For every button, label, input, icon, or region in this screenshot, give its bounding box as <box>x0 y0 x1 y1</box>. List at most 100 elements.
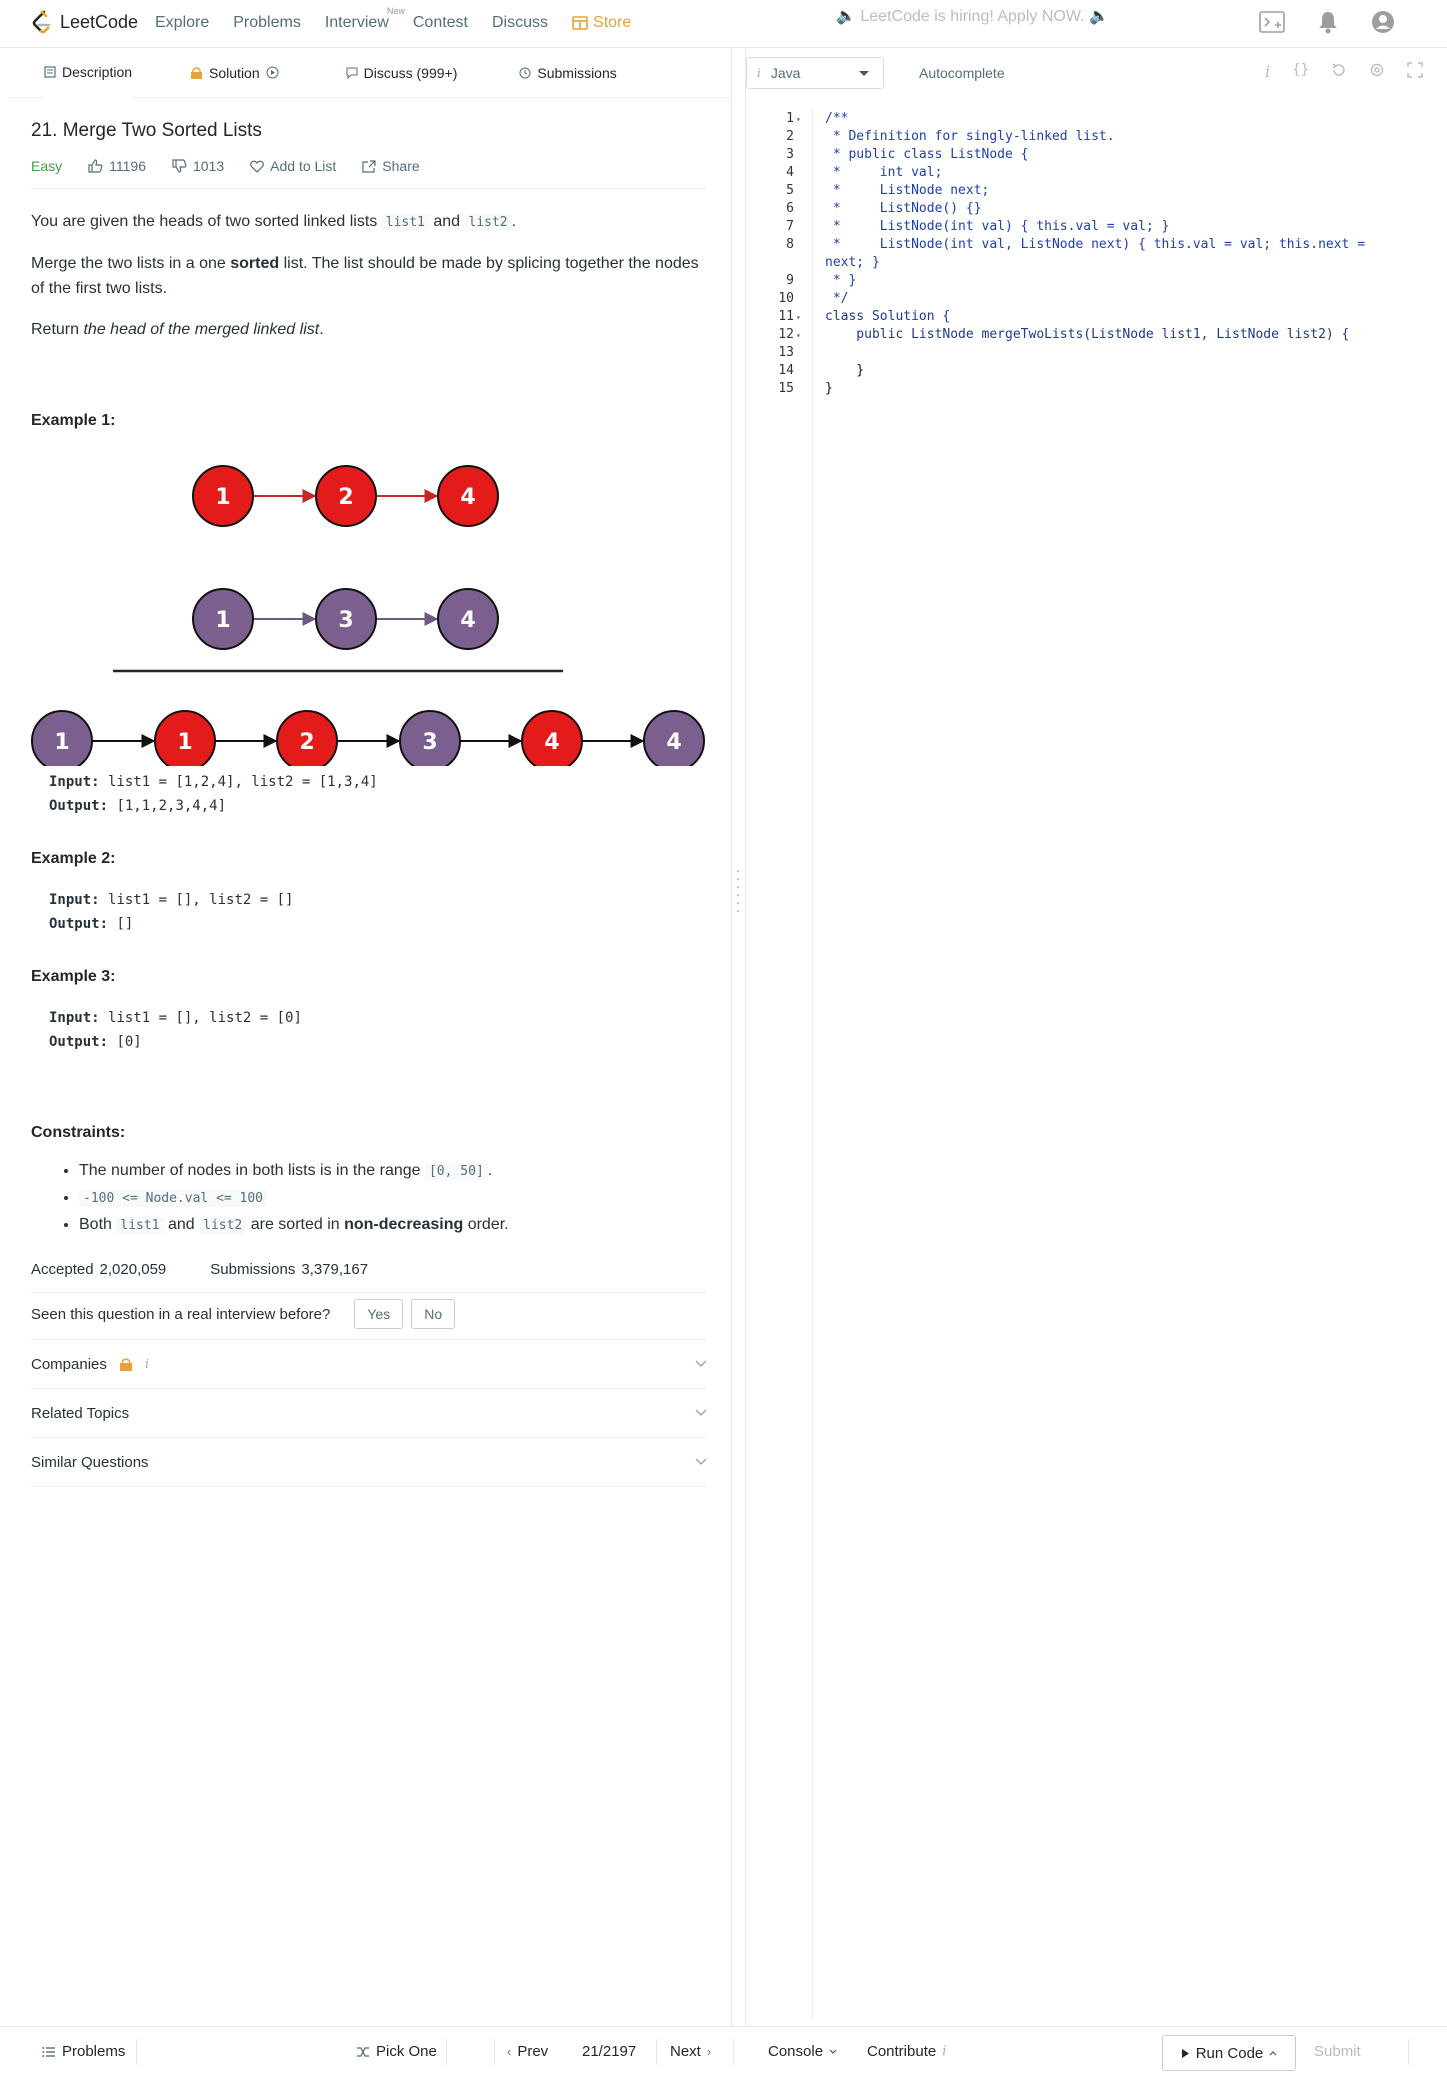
panel-resize-handle[interactable] <box>737 870 739 912</box>
code-text: class Solution { <box>825 309 951 324</box>
node-value: 4 <box>460 608 475 633</box>
nav-store-label: Store <box>593 14 632 31</box>
chevron-down-icon <box>695 1360 707 1367</box>
heart-icon <box>250 160 265 173</box>
fold-arrow-icon[interactable]: ▾ <box>796 309 801 327</box>
output-label: Output: <box>49 798 109 814</box>
constraint-text: . <box>487 1162 493 1179</box>
run-code-button[interactable]: Run Code <box>1162 2035 1296 2071</box>
submission-stats: Accepted 2,020,059 Submissions 3,379,167 <box>31 1261 707 1293</box>
code-line[interactable]: 9 * } <box>746 272 1446 290</box>
accepted-label: Accepted <box>31 1261 94 1278</box>
add-to-list-button[interactable]: Add to List <box>250 158 336 174</box>
inline-code: list2 <box>199 1217 247 1234</box>
companies-section[interactable]: Companies i <box>31 1340 707 1389</box>
line-number: 12 <box>778 327 794 342</box>
example-3-input: list1 = [], list2 = [0] <box>108 1010 302 1026</box>
line-number: 11 <box>778 309 794 324</box>
example-1-diagram: 1 2 4 1 3 4 1 1 2 3 4 4 <box>31 465 705 766</box>
bell-icon[interactable] <box>1317 10 1339 34</box>
nav-discuss[interactable]: Discuss <box>492 14 548 32</box>
line-number: 14 <box>778 363 794 378</box>
desc-text: You are given the heads of two sorted li… <box>31 213 378 230</box>
user-avatar-icon[interactable] <box>1371 10 1395 34</box>
code-line[interactable]: 3 * public class ListNode { <box>746 146 1446 164</box>
constraint-text: order. <box>467 1216 509 1233</box>
submit-button[interactable]: Submit <box>1314 2043 1361 2060</box>
dislikes-count: 1013 <box>192 158 225 174</box>
code-line[interactable]: 7 * ListNode(int val) { this.val = val; … <box>746 218 1446 236</box>
nav-problems[interactable]: Problems <box>233 14 301 32</box>
console-button[interactable]: Console <box>768 2043 837 2060</box>
code-line[interactable]: next; } <box>746 254 1446 272</box>
nav-interview[interactable]: Interview New <box>325 6 405 32</box>
code-line[interactable]: 1 ▾ /** <box>746 110 1446 128</box>
code-line[interactable]: 11 ▾ class Solution { <box>746 308 1446 326</box>
code-line[interactable]: 13 <box>746 344 1446 362</box>
no-button[interactable]: No <box>411 1299 456 1329</box>
settings-icon[interactable] <box>1369 62 1385 78</box>
tab-discuss-label: Discuss (999+) <box>363 64 458 81</box>
node-value: 4 <box>544 730 559 755</box>
info-icon[interactable]: i <box>145 1357 149 1372</box>
code-editor[interactable]: 1 ▾/** 2 * Definition for singly-linked li… <box>746 110 1446 398</box>
code-line[interactable]: 12 ▾ public ListNode mergeTwoLists(ListNo… <box>746 326 1446 344</box>
line-number: 9 <box>786 273 794 288</box>
constraints-title: Constraints: <box>31 1124 126 1141</box>
code-line[interactable]: 2 * Definition for singly-linked list. <box>746 128 1446 146</box>
tab-solution[interactable]: Solution <box>190 65 279 81</box>
autocomplete-toggle[interactable]: Autocomplete <box>919 65 1005 81</box>
constraints-section: Constraints: The number of nodes in both… <box>31 1124 707 1239</box>
example-1-io: Input: list1 = [1,2,4], list2 = [1,3,4] … <box>31 770 707 818</box>
hiring-banner[interactable]: 🔈 LeetCode is hiring! Apply NOW. 🔈 <box>836 6 1109 26</box>
related-topics-section[interactable]: Related Topics <box>31 1389 707 1438</box>
info-icon[interactable]: i <box>1265 62 1270 81</box>
inline-code: [0, 50] <box>424 1163 488 1180</box>
code-line[interactable]: 4 * int val; <box>746 164 1446 182</box>
tab-submissions[interactable]: Submissions <box>519 64 617 81</box>
next-button[interactable]: Next › <box>670 2043 711 2060</box>
nav-store[interactable]: Store <box>572 14 631 32</box>
code-text: * int val; <box>825 165 943 180</box>
format-braces-icon[interactable]: {} <box>1292 62 1309 81</box>
fold-arrow-icon[interactable]: ▾ <box>796 327 801 345</box>
code-line[interactable]: 10 */ <box>746 290 1446 308</box>
constraint-text: and <box>167 1216 195 1233</box>
language-select[interactable]: i Java <box>746 57 884 89</box>
code-text: * Definition for singly-linked list. <box>825 129 1115 144</box>
info-icon: i <box>942 2044 947 2059</box>
code-line[interactable]: 6 * ListNode() {} <box>746 200 1446 218</box>
tab-description[interactable]: Description <box>44 48 133 98</box>
fold-arrow-icon[interactable]: ▾ <box>796 111 801 129</box>
node-value: 1 <box>215 485 230 510</box>
contribute-button[interactable]: Contribute i <box>867 2043 946 2060</box>
problems-list-button[interactable]: Problems <box>42 2043 125 2060</box>
playground-icon[interactable] <box>1259 11 1285 33</box>
yes-button[interactable]: Yes <box>354 1299 404 1329</box>
megaphone-icon-right: 🔈 <box>1088 8 1109 25</box>
nav-explore[interactable]: Explore <box>155 14 209 32</box>
line-number: 10 <box>778 291 794 306</box>
code-line[interactable]: 5 * ListNode next; <box>746 182 1446 200</box>
similar-questions-section[interactable]: Similar Questions <box>31 1438 707 1487</box>
tab-discuss[interactable]: Discuss (999+) <box>346 64 458 81</box>
desc-text: . <box>511 213 517 230</box>
output-label: Output: <box>49 1034 109 1050</box>
tab-submissions-label: Submissions <box>537 64 617 81</box>
nav-contest[interactable]: Contest <box>413 14 468 32</box>
discuss-icon <box>346 67 358 79</box>
code-line[interactable]: 8 * ListNode(int val, ListNode next) { t… <box>746 236 1446 254</box>
prev-button[interactable]: ‹ Prev <box>507 2043 548 2060</box>
similar-questions-label: Similar Questions <box>31 1453 149 1471</box>
like-button[interactable]: 11196 <box>88 158 146 174</box>
fullscreen-icon[interactable] <box>1407 62 1423 78</box>
dislike-button[interactable]: 1013 <box>172 158 224 174</box>
problem-counter[interactable]: 21/2197 <box>582 2043 636 2060</box>
pick-one-button[interactable]: Pick One <box>356 2043 437 2060</box>
code-line[interactable]: 14 } <box>746 362 1446 380</box>
code-line[interactable]: 15} <box>746 380 1446 398</box>
reset-icon[interactable] <box>1331 62 1347 78</box>
logo[interactable]: LeetCode <box>30 10 138 34</box>
accepted-value: 2,020,059 <box>99 1261 167 1278</box>
share-button[interactable]: Share <box>362 158 420 174</box>
